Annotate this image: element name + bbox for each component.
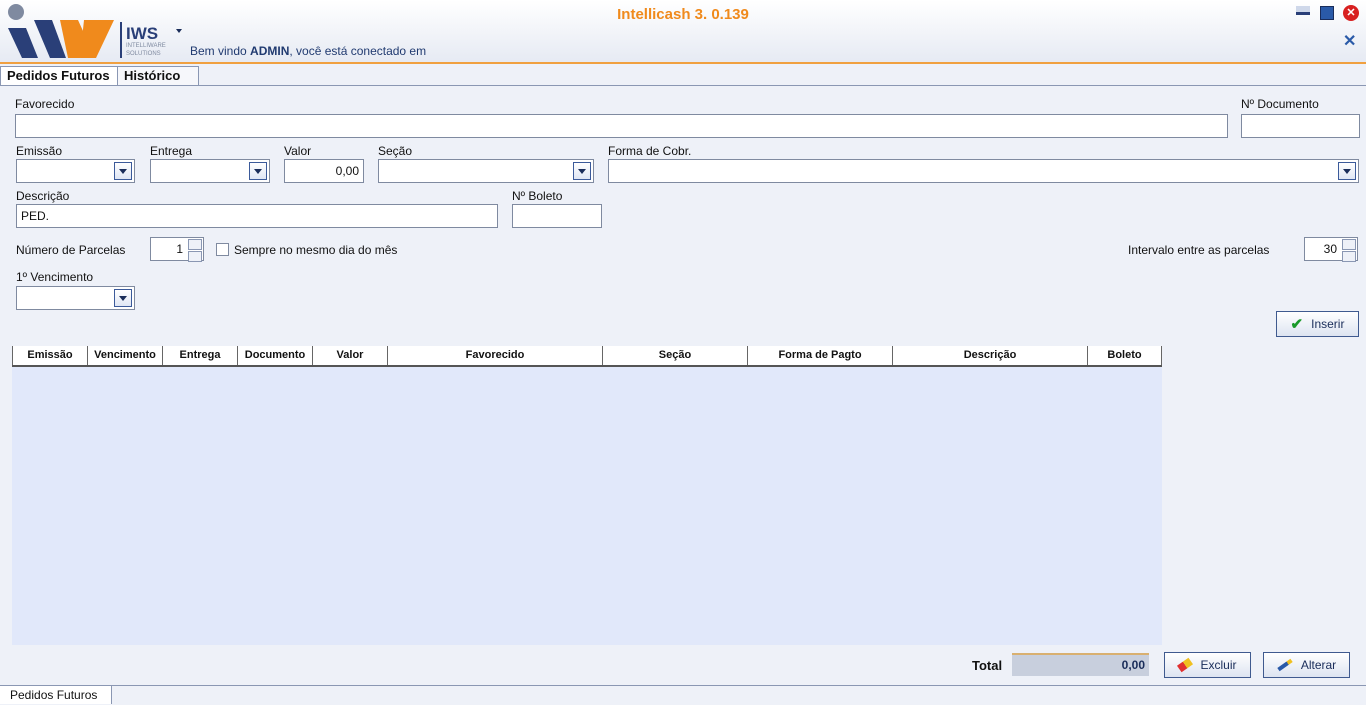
- favorecido-label: Favorecido: [15, 97, 75, 111]
- secao-label: Seção: [378, 144, 413, 158]
- chevron-down-icon[interactable]: [1338, 162, 1356, 180]
- col-favorecido[interactable]: Favorecido: [387, 346, 602, 365]
- intervalo-value: 30: [1323, 242, 1337, 256]
- boleto-field[interactable]: [512, 204, 602, 228]
- col-forma-pagto[interactable]: Forma de Pagto: [747, 346, 892, 365]
- tab-historico[interactable]: Histórico: [117, 66, 199, 85]
- excluir-label: Excluir: [1200, 658, 1237, 672]
- col-boleto[interactable]: Boleto: [1087, 346, 1162, 365]
- statusbar-tab-pedidos-futuros[interactable]: Pedidos Futuros: [0, 686, 113, 704]
- brand-name: IWS: [126, 24, 159, 43]
- chevron-down-icon[interactable]: [249, 162, 267, 180]
- mesmo-dia-label: Sempre no mesmo dia do mês: [234, 243, 398, 257]
- app-title: Intellicash 3. 0.139: [617, 6, 749, 23]
- emissao-label: Emissão: [16, 144, 63, 158]
- close-window-icon[interactable]: ✕: [1343, 5, 1359, 21]
- col-secao[interactable]: Seção: [602, 346, 747, 365]
- emissao-date-picker[interactable]: [16, 159, 135, 183]
- inserir-label: Inserir: [1311, 317, 1345, 331]
- excluir-button[interactable]: Excluir: [1164, 652, 1251, 678]
- total-value: 0,00: [1012, 653, 1149, 676]
- vencimento-date-picker[interactable]: [16, 286, 135, 310]
- alterar-button[interactable]: Alterar: [1263, 652, 1350, 678]
- secao-select[interactable]: [378, 159, 594, 183]
- col-descricao[interactable]: Descrição: [892, 346, 1087, 365]
- col-emissao[interactable]: Emissão: [12, 346, 87, 365]
- favorecido-field[interactable]: [15, 114, 1228, 138]
- chevron-down-icon[interactable]: [573, 162, 591, 180]
- entrega-label: Entrega: [150, 144, 193, 158]
- valor-label: Valor: [284, 144, 312, 158]
- total-label: Total: [972, 658, 1003, 673]
- tab-divider: [0, 85, 1366, 86]
- descricao-field[interactable]: PED.: [16, 204, 498, 228]
- chevron-down-icon[interactable]: [114, 289, 132, 307]
- close-tab-icon[interactable]: ✕: [1343, 31, 1356, 51]
- parcelas-stepper[interactable]: 1: [150, 237, 204, 262]
- welcome-user: ADMIN: [250, 44, 290, 58]
- welcome-suffix: , você está conectado em: [289, 44, 427, 58]
- valor-field[interactable]: 0,00: [284, 159, 364, 183]
- alterar-label: Alterar: [1300, 658, 1337, 672]
- brand-sub-1: INTELLIWARE: [126, 43, 166, 49]
- intervalo-label: Intervalo entre as parcelas: [1128, 243, 1270, 257]
- col-vencimento[interactable]: Vencimento: [87, 346, 162, 365]
- vencimento-label: 1º Vencimento: [16, 270, 94, 284]
- chevron-down-icon[interactable]: [114, 162, 132, 180]
- welcome-prefix: Bem vindo: [190, 44, 251, 58]
- brand-sub-2: SOLUTIONS: [126, 51, 161, 57]
- maximize-icon[interactable]: [1320, 6, 1334, 20]
- documento-label: Nº Documento: [1241, 97, 1319, 111]
- forma-cobr-label: Forma de Cobr.: [608, 144, 692, 158]
- stepper-arrows-icon[interactable]: [188, 239, 202, 262]
- stepper-arrows-icon[interactable]: [1342, 239, 1356, 262]
- parcelas-label: Número de Parcelas: [16, 243, 126, 257]
- eraser-icon: [1177, 657, 1194, 673]
- tab-pedidos-futuros[interactable]: Pedidos Futuros: [0, 66, 118, 85]
- grid-header: Emissão Vencimento Entrega Documento Val…: [12, 346, 1162, 367]
- grid-body[interactable]: [12, 367, 1162, 645]
- inserir-button[interactable]: ✔ Inserir: [1276, 311, 1359, 337]
- parcelas-value: 1: [176, 242, 183, 256]
- mesmo-dia-checkbox[interactable]: [216, 243, 229, 256]
- forma-cobr-select[interactable]: [608, 159, 1359, 183]
- intervalo-stepper[interactable]: 30: [1304, 237, 1358, 262]
- title-bar: IWS INTELLIWARE SOLUTIONS Intellicash 3.…: [0, 0, 1366, 64]
- col-valor[interactable]: Valor: [312, 346, 387, 365]
- documento-field[interactable]: [1241, 114, 1360, 138]
- col-documento[interactable]: Documento: [237, 346, 312, 365]
- col-entrega[interactable]: Entrega: [162, 346, 237, 365]
- welcome-message: Bem vindo ADMIN, você está conectado em: [190, 44, 426, 58]
- descricao-label: Descrição: [16, 189, 70, 203]
- entrega-date-picker[interactable]: [150, 159, 270, 183]
- status-bar: Pedidos Futuros: [0, 685, 1366, 705]
- checkmark-icon: ✔: [1290, 316, 1304, 333]
- boleto-label: Nº Boleto: [512, 189, 563, 203]
- logo-menu-arrow-icon[interactable]: [176, 29, 182, 33]
- pencil-icon: [1277, 658, 1293, 672]
- minimize-icon[interactable]: [1296, 6, 1310, 15]
